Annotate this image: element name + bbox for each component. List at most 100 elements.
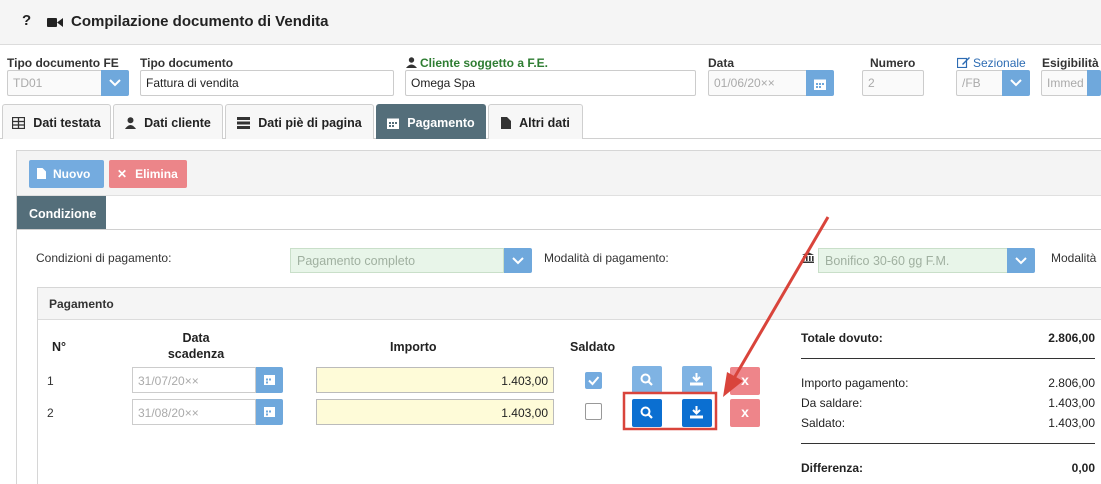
tab-dati-cliente[interactable]: Dati cliente: [113, 104, 223, 139]
esigibilita-select[interactable]: Immed: [1041, 70, 1089, 96]
sezionale-label[interactable]: Sezionale: [973, 56, 1026, 70]
col-importo-header: Importo: [390, 340, 437, 354]
modalita-dropdown[interactable]: [1007, 248, 1035, 273]
user-icon: [406, 57, 417, 68]
row-search-button[interactable]: [632, 399, 662, 427]
calendar-icon: [264, 407, 275, 417]
tipo-fe-dropdown[interactable]: [101, 70, 129, 96]
modalita2-label: Modalità: [1051, 251, 1097, 265]
tab-label: Dati testata: [33, 116, 101, 130]
chevron-down-icon: [1010, 79, 1022, 87]
download-icon: [690, 373, 703, 386]
video-icon[interactable]: [47, 17, 63, 28]
close-icon: ✕: [117, 167, 128, 181]
col-saldato-header: Saldato: [570, 340, 616, 354]
col-data-header: Data scadenza: [167, 331, 225, 361]
sezionale-dropdown[interactable]: [1002, 70, 1030, 96]
tab-bar: Dati testata Dati cliente Dati piè di pa…: [0, 104, 1101, 139]
check-icon: [588, 376, 600, 386]
row-search-button[interactable]: [632, 366, 662, 394]
search-icon: [640, 373, 653, 386]
chevron-down-icon: [512, 257, 524, 265]
new-button[interactable]: Nuovo: [29, 160, 104, 188]
tab-label: Dati cliente: [144, 116, 211, 130]
row-date-calendar-button[interactable]: [256, 399, 283, 425]
pagamento-header: Pagamento: [38, 288, 1101, 320]
row-saldato-checkbox[interactable]: [585, 403, 602, 420]
tab-label: Altri dati: [519, 116, 570, 130]
sezionale-select[interactable]: /FB: [956, 70, 1004, 96]
condizioni-label: Condizioni di pagamento:: [36, 251, 172, 265]
row-date-field[interactable]: 31/08/20××: [132, 399, 256, 425]
condizioni-dropdown[interactable]: [504, 248, 532, 273]
row-delete-button[interactable]: x: [730, 399, 760, 427]
totals-divider: [801, 358, 1095, 359]
tipo-fe-select[interactable]: TD01: [7, 70, 103, 96]
row-download-button[interactable]: [682, 366, 712, 394]
numero-field[interactable]: 2: [862, 70, 924, 96]
data-calendar-button[interactable]: [806, 70, 834, 96]
importo-label: Importo pagamento:: [801, 376, 909, 390]
title-bar: ? Compilazione documento di Vendita: [0, 0, 1101, 45]
window-title: Compilazione documento di Vendita: [71, 13, 329, 30]
calendar-icon: [814, 79, 826, 90]
row-number: 1: [47, 374, 54, 388]
tipo-fe-label: Tipo documento FE: [7, 56, 119, 70]
tab-dati-pie-pagina[interactable]: Dati piè di pagina: [225, 104, 374, 139]
divider: [17, 229, 1101, 230]
server-icon: [237, 117, 251, 129]
data-field[interactable]: 01/06/20××: [708, 70, 808, 96]
row-date-field[interactable]: 31/07/20××: [132, 367, 256, 393]
calendar-icon: [387, 118, 400, 129]
tipo-doc-label: Tipo documento: [140, 56, 234, 70]
tab-label: Pagamento: [407, 116, 475, 130]
tab-pagamento[interactable]: Pagamento: [376, 104, 486, 139]
numero-label: Numero: [870, 56, 916, 70]
esigibilita-dropdown[interactable]: [1087, 70, 1101, 96]
download-icon: [690, 406, 703, 419]
chevron-down-icon: [1015, 257, 1027, 265]
edit-icon[interactable]: [957, 56, 970, 68]
search-icon: [640, 406, 653, 419]
row-delete-button[interactable]: x: [730, 367, 760, 395]
differenza-label: Differenza:: [801, 461, 864, 475]
tab-altri-dati[interactable]: Altri dati: [488, 104, 583, 139]
row-amount-field[interactable]: 1.403,00: [316, 399, 554, 425]
cliente-label: Cliente soggetto a F.E.: [420, 56, 549, 70]
row-number: 2: [47, 406, 54, 420]
saldato-value: 1.403,00: [1048, 416, 1095, 430]
chevron-down-icon: [109, 79, 121, 87]
saldare-label: Da saldare:: [801, 396, 863, 410]
new-button-label: Nuovo: [53, 167, 91, 181]
esigibilita-label: Esigibilità: [1042, 56, 1099, 70]
totals-divider: [801, 443, 1095, 444]
row-amount-field[interactable]: 1.403,00: [316, 367, 554, 393]
user-icon: [125, 117, 137, 129]
totale-label: Totale dovuto:: [801, 331, 883, 345]
tab-label: Dati piè di pagina: [258, 116, 362, 130]
differenza-value: 0,00: [1071, 461, 1095, 475]
row-date-calendar-button[interactable]: [256, 367, 283, 393]
help-icon[interactable]: ?: [22, 12, 31, 29]
condizioni-select[interactable]: Pagamento completo: [290, 248, 504, 273]
file-icon: [501, 117, 512, 129]
col-n-header: N°: [52, 340, 67, 354]
data-label: Data: [708, 56, 735, 70]
delete-button[interactable]: ✕ Elimina: [109, 160, 187, 188]
tab-condizione[interactable]: Condizione: [17, 196, 106, 230]
pagamento-subpanel: Pagamento N° Data scadenza Importo Salda…: [37, 287, 1101, 484]
tab-dati-testata[interactable]: Dati testata: [2, 104, 111, 139]
row-download-button[interactable]: [682, 399, 712, 427]
bank-icon: [802, 252, 814, 263]
table-icon: [12, 116, 26, 130]
saldare-value: 1.403,00: [1048, 396, 1095, 410]
tipo-doc-field[interactable]: Fattura di vendita: [140, 70, 394, 96]
cliente-field[interactable]: Omega Spa: [405, 70, 696, 96]
pagamento-title: Pagamento: [49, 297, 114, 311]
file-icon: [37, 168, 46, 179]
modalita-select[interactable]: Bonifico 30-60 gg F.M.: [818, 248, 1008, 273]
row-saldato-checkbox[interactable]: [585, 372, 602, 389]
toolbar: Nuovo ✕ Elimina: [17, 151, 1101, 196]
payment-panel: Nuovo ✕ Elimina Condizione Condizioni di …: [16, 150, 1101, 484]
modalita-label: Modalità di pagamento:: [544, 251, 669, 265]
